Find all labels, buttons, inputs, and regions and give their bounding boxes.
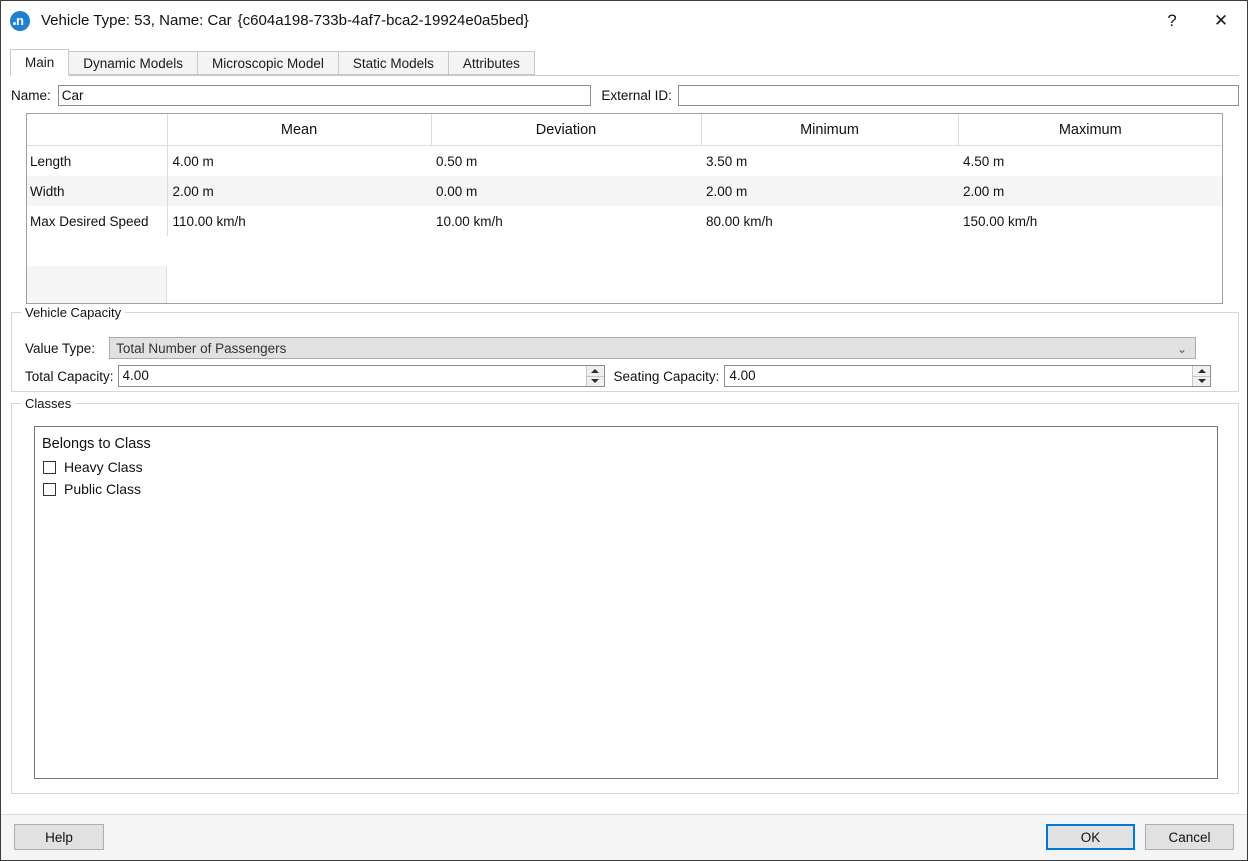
seating-capacity-input[interactable] <box>725 366 1192 386</box>
cell-mean[interactable]: 4.00 m <box>167 146 431 177</box>
checkbox-heavy-class[interactable] <box>43 461 56 474</box>
app-icon: n <box>10 11 30 31</box>
table-row[interactable]: Max Desired Speed 110.00 km/h 10.00 km/h… <box>27 206 1222 236</box>
checkbox-public-class[interactable] <box>43 483 56 496</box>
triangle-up-icon <box>591 369 599 373</box>
list-item[interactable]: Heavy Class <box>35 456 1217 478</box>
tab-attributes[interactable]: Attributes <box>448 51 535 75</box>
cancel-button[interactable]: Cancel <box>1145 824 1234 850</box>
name-row: Name: External ID: <box>11 84 1239 107</box>
list-item-label: Heavy Class <box>64 459 143 475</box>
value-type-label: Value Type: <box>25 341 95 356</box>
classes-group: Classes Belongs to Class Heavy Class Pub… <box>11 403 1239 794</box>
table-header-row: Mean Deviation Minimum Maximum <box>27 114 1222 146</box>
value-type-select[interactable]: Total Number of Passengers ⌄ <box>109 337 1196 359</box>
column-header-minimum[interactable]: Minimum <box>701 114 958 146</box>
name-label: Name: <box>11 88 51 103</box>
cell-mean[interactable]: 2.00 m <box>167 176 431 206</box>
classes-list[interactable]: Belongs to Class Heavy Class Public Clas… <box>34 426 1218 779</box>
tab-main[interactable]: Main <box>10 49 69 76</box>
value-type-row: Value Type: Total Number of Passengers ⌄ <box>25 337 1225 359</box>
tab-dynamic-models[interactable]: Dynamic Models <box>68 51 198 75</box>
external-id-label: External ID: <box>601 88 672 103</box>
spinner-down-button[interactable] <box>587 377 604 387</box>
app-icon-dot <box>13 22 16 25</box>
cell-deviation[interactable]: 0.50 m <box>431 146 701 177</box>
cell-minimum[interactable]: 80.00 km/h <box>701 206 958 236</box>
classes-list-title: Belongs to Class <box>35 427 1217 456</box>
external-id-input[interactable] <box>678 85 1239 106</box>
triangle-down-icon <box>1198 379 1206 383</box>
value-type-value: Total Number of Passengers <box>116 341 286 356</box>
column-header-maximum[interactable]: Maximum <box>958 114 1222 146</box>
spinner-down-button[interactable] <box>1193 377 1210 387</box>
cell-maximum[interactable]: 2.00 m <box>958 176 1222 206</box>
capacity-row: Total Capacity: Seating Capacity: <box>25 365 1225 387</box>
classes-legend: Classes <box>21 396 75 411</box>
chevron-down-icon: ⌄ <box>1177 340 1187 358</box>
cell-mean[interactable]: 110.00 km/h <box>167 206 431 236</box>
list-item-label: Public Class <box>64 481 141 497</box>
spinner-up-button[interactable] <box>587 366 604 377</box>
cell-deviation[interactable]: 10.00 km/h <box>431 206 701 236</box>
name-input[interactable] <box>58 85 592 106</box>
row-label: Max Desired Speed <box>27 206 167 236</box>
column-header-mean[interactable]: Mean <box>167 114 431 146</box>
cell-minimum[interactable]: 2.00 m <box>701 176 958 206</box>
seating-capacity-spin-buttons <box>1192 366 1210 386</box>
window-title-text: Vehicle Type: 53, Name: Car <box>41 12 232 29</box>
row-label: Width <box>27 176 167 206</box>
window-title: Vehicle Type: 53, Name: Car {c604a198-733… <box>41 12 529 29</box>
total-capacity-spin-buttons <box>586 366 604 386</box>
window-title-uuid: {c604a198-733b-4af7-bca2-19924e0a5bed} <box>238 12 529 29</box>
vehicle-type-dialog: n Vehicle Type: 53, Name: Car {c604a198-7… <box>0 0 1248 861</box>
row-label: Length <box>27 146 167 177</box>
spinner-up-button[interactable] <box>1193 366 1210 377</box>
total-capacity-stepper[interactable] <box>118 365 605 387</box>
title-bar-buttons: ? ✕ <box>1149 1 1247 40</box>
vehicle-parameters-table[interactable]: Mean Deviation Minimum Maximum Length 4.… <box>26 113 1223 304</box>
column-header-deviation[interactable]: Deviation <box>431 114 701 146</box>
vehicle-capacity-group: Vehicle Capacity Value Type: Total Numbe… <box>11 312 1239 392</box>
list-item[interactable]: Public Class <box>35 478 1217 500</box>
dialog-button-bar: Help OK Cancel <box>1 814 1247 861</box>
help-button[interactable]: Help <box>14 824 104 850</box>
app-icon-letter: n <box>16 13 24 28</box>
title-bar: n Vehicle Type: 53, Name: Car {c604a198-7… <box>1 1 1247 40</box>
tab-strip: Main Dynamic Models Microscopic Model St… <box>10 50 1239 76</box>
total-capacity-label: Total Capacity: <box>25 369 114 384</box>
help-icon-button[interactable]: ? <box>1149 1 1195 40</box>
close-icon-button[interactable]: ✕ <box>1195 1 1247 40</box>
seating-capacity-label: Seating Capacity: <box>614 369 720 384</box>
cell-maximum[interactable]: 4.50 m <box>958 146 1222 177</box>
cell-deviation[interactable]: 0.00 m <box>431 176 701 206</box>
column-header-blank <box>27 114 167 146</box>
vehicle-capacity-legend: Vehicle Capacity <box>21 305 125 320</box>
table-row[interactable]: Width 2.00 m 0.00 m 2.00 m 2.00 m <box>27 176 1222 206</box>
triangle-up-icon <box>1198 369 1206 373</box>
seating-capacity-stepper[interactable] <box>724 365 1211 387</box>
cell-maximum[interactable]: 150.00 km/h <box>958 206 1222 236</box>
tab-static-models[interactable]: Static Models <box>338 51 449 75</box>
table-filler-cell <box>27 266 167 304</box>
tab-microscopic-model[interactable]: Microscopic Model <box>197 51 339 75</box>
triangle-down-icon <box>591 379 599 383</box>
table-row[interactable]: Length 4.00 m 0.50 m 3.50 m 4.50 m <box>27 146 1222 177</box>
ok-button[interactable]: OK <box>1046 824 1135 850</box>
total-capacity-input[interactable] <box>119 366 586 386</box>
cell-minimum[interactable]: 3.50 m <box>701 146 958 177</box>
